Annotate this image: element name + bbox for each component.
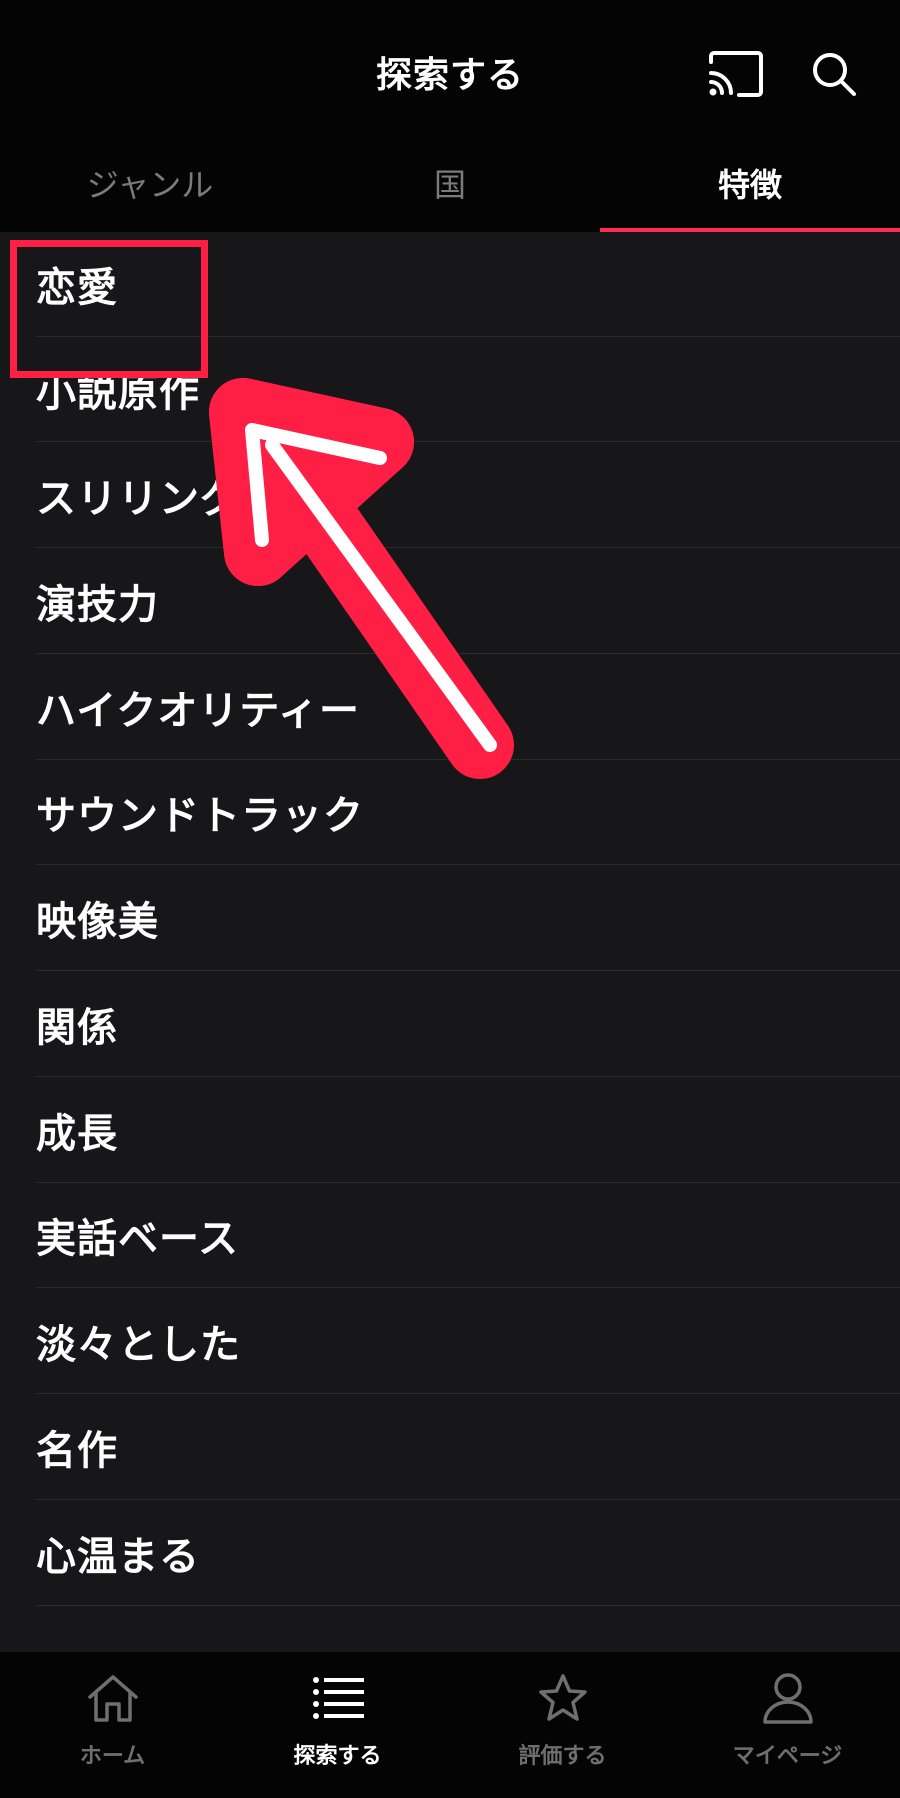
list-item-label: サウンドトラック — [36, 793, 364, 839]
list-item-growth[interactable]: 成長 — [36, 1078, 900, 1183]
list-item-label: 名作 — [36, 1428, 118, 1474]
list-item-visuals[interactable]: 映像美 — [36, 866, 900, 971]
list-item-soundtrack[interactable]: サウンドトラック — [36, 760, 900, 865]
list-item-calm[interactable]: 淡々とした — [36, 1289, 900, 1394]
list-item-label: 淡々とした — [36, 1322, 241, 1368]
search-button[interactable] — [802, 42, 866, 106]
feature-list: 恋愛 小説原作 スリリング 演技力 ハイクオリティー サウンドトラック 映像美 … — [0, 232, 900, 1652]
person-icon — [762, 1673, 813, 1724]
list-item-relationship[interactable]: 関係 — [36, 972, 900, 1077]
nav-home-label: ホーム — [79, 1744, 146, 1769]
nav-explore-label: 探索する — [293, 1744, 382, 1769]
nav-mypage[interactable]: マイページ — [675, 1652, 900, 1798]
tab-genre[interactable]: ジャンル — [0, 148, 300, 232]
list-item-label: 関係 — [36, 1005, 118, 1051]
list-icon — [312, 1677, 364, 1719]
nav-mypage-label: マイページ — [732, 1744, 843, 1769]
list-item-acting[interactable]: 演技力 — [36, 549, 900, 654]
list-item-label: 成長 — [36, 1111, 118, 1157]
list-item-label: 小説原作 — [36, 370, 200, 416]
bottom-nav: ホーム 探索する 評価する マイページ — [0, 1652, 900, 1798]
list-item-label: 実話ベース — [36, 1216, 239, 1262]
nav-explore[interactable]: 探索する — [225, 1652, 450, 1798]
list-item-heartwarming[interactable]: 心温まる — [36, 1501, 900, 1606]
cast-icon — [709, 51, 763, 97]
app-header: 探索する — [0, 0, 900, 148]
list-item-label: ハイクオリティー — [36, 688, 360, 734]
list-item-label: 心温まる — [36, 1534, 200, 1580]
search-icon — [813, 53, 856, 96]
nav-rate-label: 評価する — [518, 1744, 607, 1769]
list-item-label: スリリング — [36, 476, 241, 522]
star-icon — [538, 1674, 587, 1721]
list-item-masterpiece[interactable]: 名作 — [36, 1395, 900, 1500]
list-item-romance[interactable]: 恋愛 — [36, 232, 900, 337]
list-item-thrilling[interactable]: スリリング — [36, 443, 900, 548]
list-item-high-quality[interactable]: ハイクオリティー — [36, 655, 900, 760]
nav-home[interactable]: ホーム — [0, 1652, 225, 1798]
cast-button[interactable] — [704, 42, 768, 106]
list-item-label: 映像美 — [36, 899, 159, 945]
list-item-label: 恋愛 — [36, 265, 118, 311]
list-item-true-story[interactable]: 実話ベース — [36, 1183, 900, 1288]
nav-rate[interactable]: 評価する — [450, 1652, 675, 1798]
home-icon — [87, 1675, 138, 1722]
list-item-label: 演技力 — [36, 582, 159, 628]
tab-feature[interactable]: 特徴 — [600, 148, 900, 232]
tab-country[interactable]: 国 — [300, 148, 600, 232]
tab-bar: ジャンル 国 特徴 — [0, 148, 900, 232]
list-item-novel-based[interactable]: 小説原作 — [36, 337, 900, 442]
